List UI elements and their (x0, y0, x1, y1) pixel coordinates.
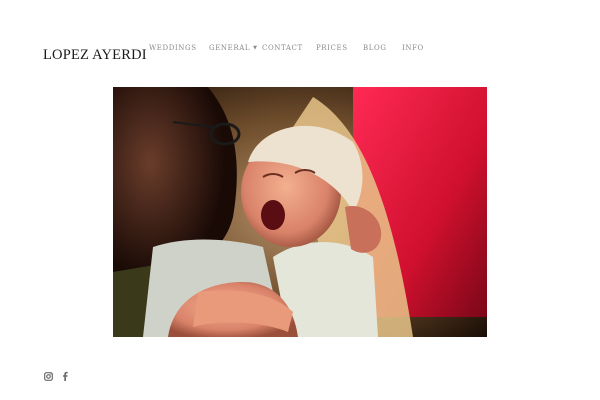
social-links (43, 371, 70, 381)
nav-item-prices[interactable]: PRICES (316, 44, 348, 52)
nav-item-weddings[interactable]: WEDDINGS (149, 44, 197, 52)
facebook-icon[interactable] (60, 371, 70, 381)
site-logo[interactable]: LOPEZ AYERDI (43, 47, 147, 64)
nav-item-general[interactable]: GENERAL ▼ (209, 44, 258, 52)
site-header: LOPEZ AYERDI (43, 45, 147, 65)
nav-item-general-label: GENERAL (209, 44, 251, 52)
nav-item-info[interactable]: INFO (402, 44, 424, 52)
newborn-photo-illustration (113, 87, 487, 337)
chevron-down-icon: ▼ (253, 45, 258, 51)
nav-item-contact[interactable]: CONTACT (262, 44, 303, 52)
instagram-icon[interactable] (43, 371, 53, 381)
hero-photo (113, 87, 487, 337)
nav-item-blog[interactable]: BLOG (363, 44, 387, 52)
